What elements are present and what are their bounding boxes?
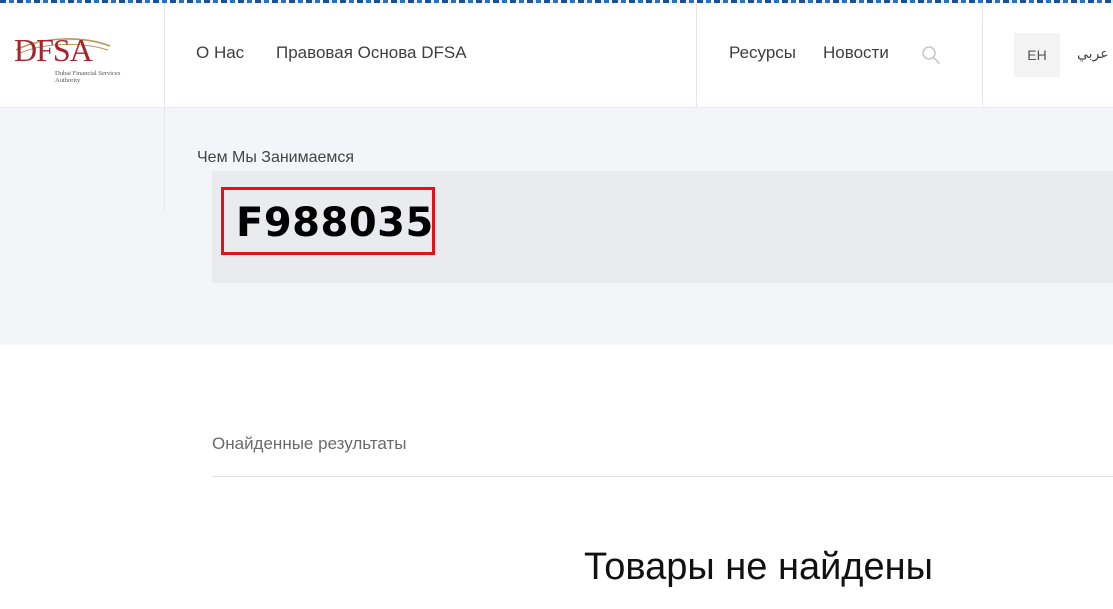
section-title: Чем Мы Занимаемся <box>197 149 355 166</box>
nav-item-resources[interactable]: Ресурсы <box>729 43 796 63</box>
header-divider <box>164 3 165 108</box>
language-switch-en[interactable]: EH <box>1014 33 1060 77</box>
results-label: Онайденные результаты <box>212 434 407 453</box>
hero-divider <box>164 108 165 210</box>
results-divider <box>212 476 1113 477</box>
nav-item-news[interactable]: Новости <box>823 43 889 63</box>
dfsa-logo[interactable]: DFSA Dubai Financial Services Authority <box>14 32 120 84</box>
search-icon[interactable] <box>921 45 941 65</box>
language-switch-ar[interactable]: عربي <box>1077 46 1109 62</box>
site-header <box>0 3 1113 108</box>
logo-subtitle: Dubai Financial Services Authority <box>55 70 121 84</box>
search-query-text: F988035 <box>236 200 434 246</box>
header-divider <box>982 3 983 108</box>
logo-text: DFSA <box>14 32 93 68</box>
nav-item-about[interactable]: О Нас <box>196 43 244 63</box>
no-results-message: Товары не найдены <box>584 546 933 588</box>
header-divider <box>696 3 697 108</box>
nav-item-legal-framework[interactable]: Правовая Основа DFSA <box>276 43 467 63</box>
